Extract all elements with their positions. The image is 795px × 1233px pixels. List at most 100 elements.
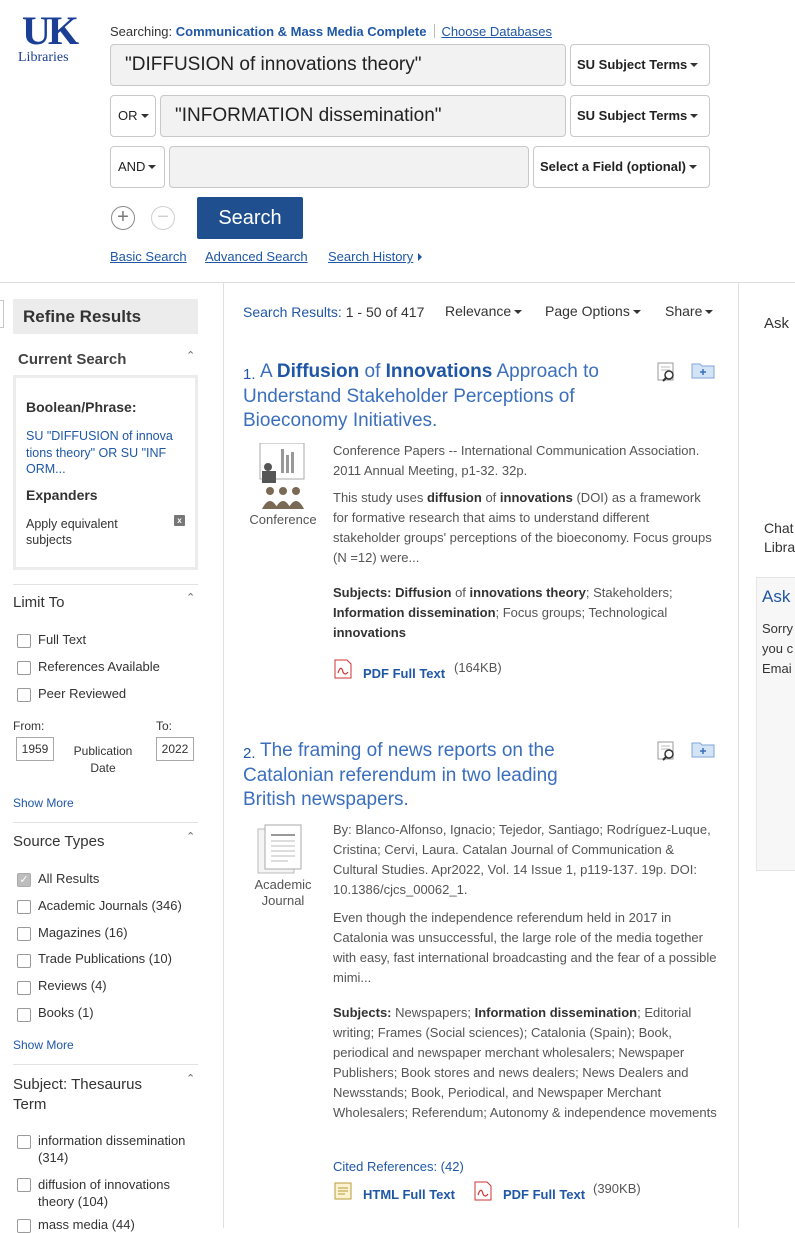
from-label: From: (13, 719, 45, 733)
caret-down-icon (148, 165, 157, 169)
pdf-size: (390KB) (593, 1181, 641, 1196)
html-full-text-icon[interactable] (333, 1181, 353, 1201)
result-title-link[interactable]: A Diffusion of Innovations Approach to U… (243, 360, 638, 434)
share-label: Share (665, 303, 703, 319)
pdf-icon[interactable] (473, 1181, 493, 1201)
html-full-text-link[interactable]: HTML Full Text (363, 1187, 455, 1202)
checkbox-references-available[interactable] (17, 661, 31, 675)
pdf-full-text-link[interactable]: PDF Full Text (503, 1187, 585, 1202)
result-title-link[interactable]: The framing of news reports on the Catal… (243, 739, 598, 813)
subject-part: Newspapers; (391, 1005, 475, 1020)
search-input-3[interactable] (169, 146, 529, 188)
caret-down-icon (514, 310, 523, 314)
checkbox-full-text[interactable] (17, 634, 31, 648)
caret-down-icon (705, 310, 714, 314)
subject-part: ; Stakeholders; (585, 585, 673, 600)
chevron-up-icon[interactable]: ⌃ (186, 349, 195, 362)
limit-label-peer-reviewed: Peer Reviewed (38, 686, 127, 701)
uk-libraries-logo[interactable]: UK Libraries (18, 11, 80, 68)
result-subjects: Subjects: Diffusion of innovations theor… (333, 583, 718, 643)
results-total: 417 (401, 304, 425, 320)
checkbox-peer-reviewed[interactable] (17, 688, 31, 702)
field-select-label: SU Subject Terms (577, 57, 688, 72)
add-to-folder-icon[interactable] (691, 361, 715, 379)
search-input-1[interactable]: "DIFFUSION of innovations theory" (110, 44, 566, 86)
source-show-more-link[interactable]: Show More (13, 1038, 74, 1052)
subject-count: (44) (111, 1217, 135, 1232)
result-type-label: Conference (249, 512, 317, 527)
subject-highlight[interactable]: Information dissemination (475, 1005, 638, 1020)
search-button[interactable]: Search (197, 197, 303, 239)
collapse-panel-tab[interactable] (0, 300, 4, 328)
caret-down-icon (632, 310, 641, 314)
limit-to-heading[interactable]: Limit To (13, 594, 64, 611)
limit-label-references: References Available (38, 659, 160, 674)
subject-highlight[interactable]: innovations theory (470, 585, 586, 600)
field-select-1[interactable]: SU Subject Terms (570, 44, 710, 86)
checkbox-all-results[interactable]: ✓ (17, 873, 31, 887)
current-query-link[interactable]: SU "DIFFUSION of innova tions theory" OR… (26, 428, 188, 478)
page-options-dropdown[interactable]: Page Options (545, 303, 641, 319)
separator (434, 24, 436, 38)
add-to-folder-icon[interactable] (691, 740, 715, 758)
source-label-reviews: Reviews (4) (38, 978, 107, 993)
from-year-input[interactable]: 1959 (16, 737, 54, 761)
search-input-2[interactable]: "INFORMATION dissemination" (160, 95, 566, 137)
to-label: To: (156, 719, 173, 733)
add-row-button[interactable]: + (111, 206, 135, 230)
checkbox-trade-publications[interactable] (17, 954, 31, 968)
header-divider (0, 282, 795, 283)
field-select-3[interactable]: Select a Field (optional) (533, 146, 710, 188)
limit-show-more-link[interactable]: Show More (13, 796, 74, 810)
message-line: Sorry (762, 621, 794, 636)
chevron-up-icon[interactable]: ⌃ (186, 591, 195, 604)
pdf-icon[interactable] (333, 659, 353, 679)
field-select-2[interactable]: SU Subject Terms (570, 95, 710, 137)
chevron-up-icon[interactable]: ⌃ (186, 830, 195, 843)
choose-databases-link[interactable]: Choose Databases (441, 24, 552, 39)
caret-down-icon (140, 114, 149, 118)
subject-count: (104) (77, 1194, 109, 1209)
divider (13, 1064, 198, 1065)
pdf-full-text-link[interactable]: PDF Full Text (363, 666, 445, 681)
subject-label: information dissemination (38, 1133, 186, 1148)
caret-down-icon (690, 114, 699, 118)
expanders-label: Expanders (26, 487, 98, 503)
boolean-select-3[interactable]: AND (110, 146, 165, 188)
checkbox-reviews[interactable] (17, 981, 31, 995)
results-of: of (385, 304, 398, 320)
source-types-heading[interactable]: Source Types (13, 833, 104, 850)
subject-count: (314) (38, 1150, 69, 1165)
remove-expander-button[interactable]: x (174, 515, 185, 526)
subjects-label: Subjects: (333, 585, 392, 600)
advanced-search-link[interactable]: Advanced Search (205, 249, 308, 264)
caret-down-icon (690, 63, 699, 67)
share-dropdown[interactable]: Share (665, 303, 714, 319)
source-label-magazines: Magazines (16) (38, 925, 128, 940)
to-year-input[interactable]: 2022 (156, 737, 194, 761)
checkbox-books[interactable] (17, 1008, 31, 1022)
preview-icon[interactable] (657, 741, 679, 761)
subject-highlight[interactable]: innovations (333, 625, 406, 640)
result-subjects: Subjects: Newspapers; Information dissem… (333, 1003, 718, 1123)
checkbox-subject-2[interactable] (17, 1178, 31, 1192)
preview-icon[interactable] (657, 362, 679, 382)
checkbox-subject-1[interactable] (17, 1135, 31, 1149)
checkbox-subject-3[interactable] (17, 1219, 31, 1233)
result-source: Conference Papers -- International Commu… (333, 443, 700, 478)
boolean-select-2[interactable]: OR (110, 95, 156, 137)
search-history-toggle[interactable]: Search History (328, 249, 423, 264)
cited-references-link[interactable]: Cited References: (42) (333, 1159, 464, 1174)
chevron-up-icon[interactable]: ⌃ (186, 1072, 195, 1085)
subject-part: of (451, 585, 470, 600)
subject-heading[interactable]: Subject: Thesaurus Term (13, 1075, 163, 1115)
subject-highlight[interactable]: Diffusion (395, 585, 451, 600)
checkbox-academic-journals[interactable] (17, 900, 31, 914)
current-search-heading[interactable]: Current Search (18, 351, 126, 368)
ask-widget-title: Ask (762, 587, 791, 606)
remove-row-button[interactable]: − (151, 206, 175, 230)
basic-search-link[interactable]: Basic Search (110, 249, 187, 264)
subject-highlight[interactable]: Information dissemination (333, 605, 496, 620)
sort-dropdown[interactable]: Relevance (445, 303, 523, 319)
checkbox-magazines[interactable] (17, 927, 31, 941)
